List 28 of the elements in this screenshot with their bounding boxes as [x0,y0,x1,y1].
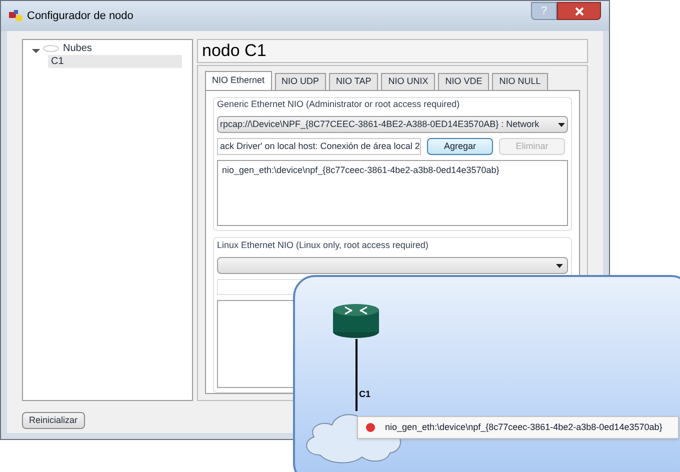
tab[interactable]: NIO Ethernet [205,71,272,90]
status-dot-icon [366,423,375,432]
tab[interactable]: NIO UDP [274,73,326,90]
group-title: Linux Ethernet NIO (Linux only, root access required) [217,239,430,252]
tab[interactable]: NIO UNIX [381,73,436,90]
dropdown-arrow-icon [556,264,563,268]
tree-item[interactable]: Nubes [63,41,92,56]
tooltip-text: nio_gen_eth:\device\npf_{8c77ceec-3861-4be2-a3b8-0ed14e3570ab} [385,420,662,434]
tree-item[interactable]: C1 [48,55,182,68]
node-header: nodo C1 [197,39,588,63]
tab[interactable]: NIO TAP [329,73,378,90]
tab[interactable]: NIO NULL [492,73,548,90]
link-line [355,339,358,411]
group-title: Generic Ethernet NIO (Administrator or root access required) [217,98,461,111]
close-icon [574,6,584,16]
app-icon [9,10,23,22]
close-button[interactable] [557,2,601,20]
reset-button[interactable]: Reinicializar [22,412,85,430]
cloud-icon [43,45,59,52]
list-item[interactable]: nio_gen_eth:\device\npf_{8c77ceec-3861-4be2-a3b8-0ed14e3570ab} [222,164,563,178]
tab[interactable]: NIO VDE [438,73,490,90]
link-label: C1 [359,388,371,401]
interface-field[interactable]: ack Driver' on local host: Conexión de área local 2 [217,138,421,155]
dropdown-arrow-icon [558,122,565,126]
interface-dropdown[interactable]: rpcap://\Device\NPF_{8C77CEEC-3861-4BE2-A388-0ED14E3570AB} : Network [217,116,568,133]
window-title: Configurador de nodo [27,8,134,24]
router-icon[interactable] [332,303,380,339]
add-button[interactable]: Agregar [427,138,493,155]
